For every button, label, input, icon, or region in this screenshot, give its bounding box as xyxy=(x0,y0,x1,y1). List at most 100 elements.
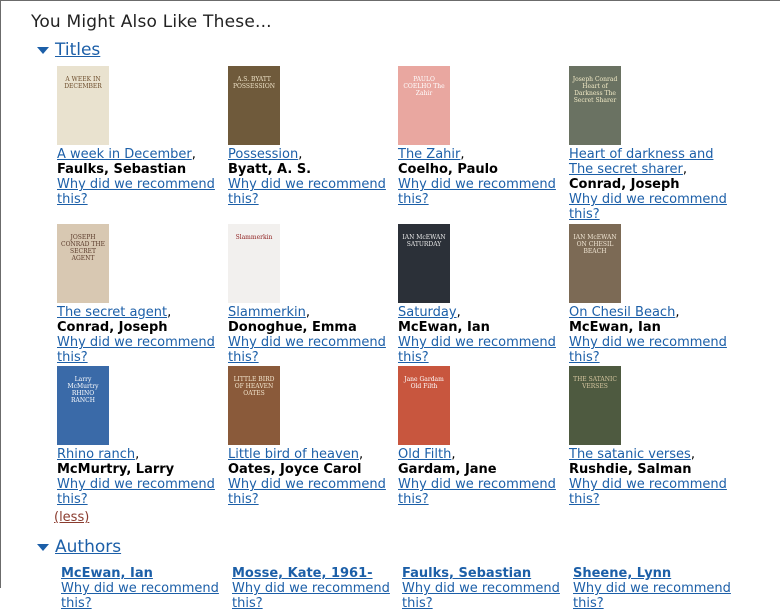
book-cover-text: Jane Gardam Old Filth xyxy=(404,376,444,390)
why-recommend-link[interactable]: Why did we recommend this? xyxy=(398,477,560,507)
book-cover-image[interactable]: LITTLE BIRD OF HEAVEN OATES xyxy=(228,366,280,445)
book-author: Conrad, Joseph xyxy=(569,177,680,192)
book-card: Slammerkin Slammerkin, Donoghue, Emma Why d… xyxy=(228,224,390,365)
book-author: McEwan, Ian xyxy=(398,320,490,335)
triangle-down-icon xyxy=(37,543,49,551)
author-item: Faulks, Sebastian Why did we recommend th… xyxy=(402,566,562,611)
book-cover-text: Joseph Conrad Heart of Darkness The Secr… xyxy=(572,76,618,104)
book-cover-text: THE SATANIC VERSES xyxy=(573,376,617,390)
book-cover-image[interactable]: THE SATANIC VERSES xyxy=(569,366,621,445)
author-item: Mosse, Kate, 1961- Why did we recommend t… xyxy=(232,566,392,611)
separator: , xyxy=(135,447,140,462)
top-border xyxy=(1,0,780,1)
book-author: Conrad, Joseph xyxy=(57,320,168,335)
book-cover-image[interactable]: A.S. BYATT POSSESSION xyxy=(228,66,280,145)
why-recommend-link[interactable]: Why did we recommend this? xyxy=(569,335,731,365)
why-recommend-link[interactable]: Why did we recommend this? xyxy=(228,477,390,507)
separator: , xyxy=(675,305,680,320)
less-link[interactable]: (less) xyxy=(54,510,89,525)
book-cover-text: A WEEK IN DECEMBER xyxy=(64,76,102,90)
authors-section-toggle[interactable]: Authors xyxy=(37,537,121,557)
why-recommend-link[interactable]: Why did we recommend this? xyxy=(398,177,560,207)
book-card: JOSEPH CONRAD THE SECRET AGENT The secret… xyxy=(57,224,219,365)
why-recommend-link[interactable]: Why did we recommend this? xyxy=(569,192,731,222)
book-cover-image[interactable]: IAN McEWAN ON CHESIL BEACH xyxy=(569,224,621,303)
book-cover-text: JOSEPH CONRAD THE SECRET AGENT xyxy=(61,234,105,262)
why-recommend-link[interactable]: Why did we recommend this? xyxy=(398,335,560,365)
book-cover-image[interactable]: Jane Gardam Old Filth xyxy=(398,366,450,445)
book-author: Donoghue, Emma xyxy=(228,320,357,335)
separator: , xyxy=(451,447,456,462)
book-author: Byatt, A. S. xyxy=(228,162,312,177)
separator: , xyxy=(456,305,461,320)
book-author: Oates, Joyce Carol xyxy=(228,462,362,477)
separator: , xyxy=(690,447,695,462)
author-name-link[interactable]: McEwan, Ian xyxy=(61,566,221,581)
why-recommend-link[interactable]: Why did we recommend this? xyxy=(402,581,562,611)
book-author: Faulks, Sebastian xyxy=(57,162,187,177)
separator: , xyxy=(298,147,303,162)
book-author: Rushdie, Salman xyxy=(569,462,692,477)
book-title-link[interactable]: A week in December xyxy=(57,147,192,162)
book-card: A WEEK IN DECEMBER A week in December, Fau… xyxy=(57,66,219,207)
triangle-down-icon xyxy=(37,46,49,54)
book-title-link[interactable]: On Chesil Beach xyxy=(569,305,675,320)
authors-section-link[interactable]: Authors xyxy=(55,537,121,557)
book-card: Joseph Conrad Heart of Darkness The Secr… xyxy=(569,66,731,222)
book-cover-text: PAULO COELHO The Zahir xyxy=(403,76,445,97)
separator: , xyxy=(682,162,688,177)
book-cover-image[interactable]: JOSEPH CONRAD THE SECRET AGENT xyxy=(57,224,109,303)
book-cover-image[interactable]: Joseph Conrad Heart of Darkness The Secr… xyxy=(569,66,621,145)
book-card: LITTLE BIRD OF HEAVEN OATES Little bird o… xyxy=(228,366,390,507)
book-title-link[interactable]: Slammerkin xyxy=(228,305,306,320)
book-cover-text: A.S. BYATT POSSESSION xyxy=(232,76,276,90)
separator: , xyxy=(358,447,364,462)
book-title-link[interactable]: Rhino ranch xyxy=(57,447,135,462)
book-cover-image[interactable]: PAULO COELHO The Zahir xyxy=(398,66,450,145)
why-recommend-link[interactable]: Why did we recommend this? xyxy=(228,177,390,207)
recommendations-heading: You Might Also Like These... xyxy=(31,12,272,32)
book-title-link[interactable]: Saturday xyxy=(398,305,457,320)
why-recommend-link[interactable]: Why did we recommend this? xyxy=(232,581,392,611)
book-cover-image[interactable]: A WEEK IN DECEMBER xyxy=(57,66,109,145)
book-author: McEwan, Ian xyxy=(569,320,661,335)
titles-section-toggle[interactable]: Titles xyxy=(37,40,100,60)
book-cover-text: IAN McEWAN ON CHESIL BEACH xyxy=(573,234,617,255)
book-cover-text: LITTLE BIRD OF HEAVEN OATES xyxy=(233,376,275,397)
book-title-link[interactable]: Little bird of heaven xyxy=(228,447,359,462)
book-card: PAULO COELHO The Zahir The Zahir, Coelho, … xyxy=(398,66,560,207)
book-cover-image[interactable]: Larry McMurtry RHINO RANCH xyxy=(57,366,109,445)
why-recommend-link[interactable]: Why did we recommend this? xyxy=(57,177,219,207)
book-card: THE SATANIC VERSES The satanic verses, Rus… xyxy=(569,366,731,507)
book-card: IAN McEWAN ON CHESIL BEACH On Chesil Beac… xyxy=(569,224,731,365)
book-author: Gardam, Jane xyxy=(398,462,497,477)
titles-section-link[interactable]: Titles xyxy=(55,40,100,60)
separator: , xyxy=(167,305,172,320)
author-name-link[interactable]: Sheene, Lynn xyxy=(573,566,733,581)
separator: , xyxy=(460,147,465,162)
author-name-link[interactable]: Faulks, Sebastian xyxy=(402,566,562,581)
why-recommend-link[interactable]: Why did we recommend this? xyxy=(228,335,390,365)
why-recommend-link[interactable]: Why did we recommend this? xyxy=(57,477,219,507)
separator: , xyxy=(191,147,196,162)
book-cover-image[interactable]: IAN McEWAN SATURDAY xyxy=(398,224,450,303)
book-title-link[interactable]: Possession xyxy=(228,147,298,162)
book-cover-text: Larry McMurtry RHINO RANCH xyxy=(67,376,99,404)
book-cover-text: Slammerkin xyxy=(235,234,273,241)
author-item: Sheene, Lynn Why did we recommend this? xyxy=(573,566,733,611)
why-recommend-link[interactable]: Why did we recommend this? xyxy=(57,335,219,365)
book-title-link[interactable]: Heart of darkness and The secret sharer xyxy=(569,147,713,177)
book-title-link[interactable]: The satanic verses xyxy=(569,447,691,462)
book-card: IAN McEWAN SATURDAY Saturday, McEwan, Ian W… xyxy=(398,224,560,365)
why-recommend-link[interactable]: Why did we recommend this? xyxy=(569,477,731,507)
book-cover-text: IAN McEWAN SATURDAY xyxy=(402,234,446,248)
author-name-link[interactable]: Mosse, Kate, 1961- xyxy=(232,566,392,581)
book-card: Jane Gardam Old Filth Old Filth, Gardam, J… xyxy=(398,366,560,507)
book-title-link[interactable]: The secret agent xyxy=(57,305,167,320)
separator: , xyxy=(305,305,311,320)
why-recommend-link[interactable]: Why did we recommend this? xyxy=(573,581,733,611)
book-title-link[interactable]: Old Filth xyxy=(398,447,451,462)
why-recommend-link[interactable]: Why did we recommend this? xyxy=(61,581,221,611)
book-title-link[interactable]: The Zahir xyxy=(398,147,460,162)
book-cover-image[interactable]: Slammerkin xyxy=(228,224,280,303)
